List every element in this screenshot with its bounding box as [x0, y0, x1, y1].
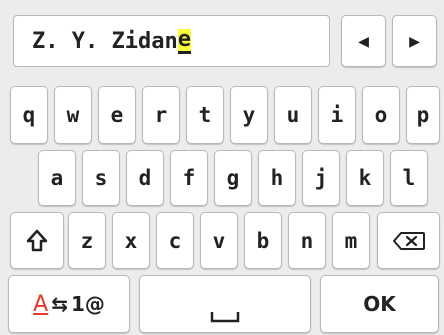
key-c[interactable]: c: [156, 212, 194, 269]
key-m[interactable]: m: [332, 212, 370, 269]
key-label: o: [374, 103, 388, 127]
soft-keyboard-screen: Z. Y. Zidan e ◀ ▶ q w e r t y u i o p a s…: [0, 0, 444, 335]
backspace-key[interactable]: [377, 212, 440, 269]
key-label: i: [330, 103, 344, 127]
key-label: p: [416, 103, 430, 127]
space-bar[interactable]: [139, 275, 311, 333]
key-a[interactable]: a: [38, 150, 76, 206]
mode-next-label: 1@: [70, 292, 105, 316]
key-label: x: [124, 228, 138, 253]
mode-switch-icon: ⇆: [51, 292, 68, 316]
key-label: m: [344, 228, 358, 253]
key-label: u: [286, 103, 300, 127]
key-y[interactable]: y: [230, 86, 268, 144]
key-g[interactable]: g: [214, 150, 252, 206]
ok-label: OK: [363, 292, 396, 316]
key-q[interactable]: q: [10, 86, 48, 144]
mode-current-label: A: [33, 291, 49, 317]
key-e[interactable]: e: [98, 86, 136, 144]
key-l[interactable]: l: [390, 150, 428, 206]
key-i[interactable]: i: [318, 86, 356, 144]
key-label: h: [270, 166, 284, 190]
key-label: e: [110, 103, 124, 127]
key-label: l: [402, 166, 416, 190]
key-label: v: [212, 228, 226, 253]
cursor-left-button[interactable]: ◀: [341, 15, 386, 67]
key-s[interactable]: s: [82, 150, 120, 206]
key-label: d: [138, 166, 152, 190]
key-p[interactable]: p: [406, 86, 440, 144]
key-k[interactable]: k: [346, 150, 384, 206]
key-label: k: [358, 166, 372, 190]
arrow-right-icon: ▶: [409, 30, 420, 52]
key-label: y: [242, 103, 256, 127]
key-label: q: [22, 103, 36, 127]
key-label: s: [94, 166, 108, 190]
key-n[interactable]: n: [288, 212, 326, 269]
key-label: b: [256, 228, 270, 253]
key-f[interactable]: f: [170, 150, 208, 206]
key-label: r: [154, 103, 168, 127]
shift-key[interactable]: [10, 212, 64, 269]
text-entry-value: Z. Y. Zidan: [32, 28, 178, 54]
input-mode-switch-button[interactable]: A ⇆ 1@: [8, 275, 130, 333]
key-label: t: [198, 103, 212, 127]
key-label: c: [168, 228, 182, 253]
key-h[interactable]: h: [258, 150, 296, 206]
key-r[interactable]: r: [142, 86, 180, 144]
key-x[interactable]: x: [112, 212, 150, 269]
key-label: g: [226, 166, 240, 190]
shift-icon: [26, 229, 48, 251]
key-z[interactable]: z: [68, 212, 106, 269]
key-b[interactable]: b: [244, 212, 282, 269]
key-t[interactable]: t: [186, 86, 224, 144]
key-u[interactable]: u: [274, 86, 312, 144]
key-j[interactable]: j: [302, 150, 340, 206]
key-label: n: [300, 228, 314, 253]
key-label: f: [182, 166, 196, 190]
ok-button[interactable]: OK: [320, 275, 439, 333]
text-cursor-char: e: [177, 26, 191, 54]
key-o[interactable]: o: [362, 86, 400, 144]
key-label: z: [80, 228, 94, 253]
cursor-right-button[interactable]: ▶: [392, 15, 437, 67]
space-icon: [210, 312, 240, 323]
key-v[interactable]: v: [200, 212, 238, 269]
key-label: w: [66, 103, 80, 127]
text-entry-field[interactable]: Z. Y. Zidan e: [13, 15, 330, 67]
arrow-left-icon: ◀: [358, 30, 369, 52]
key-label: a: [50, 166, 64, 190]
key-label: j: [314, 166, 328, 190]
key-w[interactable]: w: [54, 86, 92, 144]
backspace-icon: [392, 231, 425, 250]
key-d[interactable]: d: [126, 150, 164, 206]
